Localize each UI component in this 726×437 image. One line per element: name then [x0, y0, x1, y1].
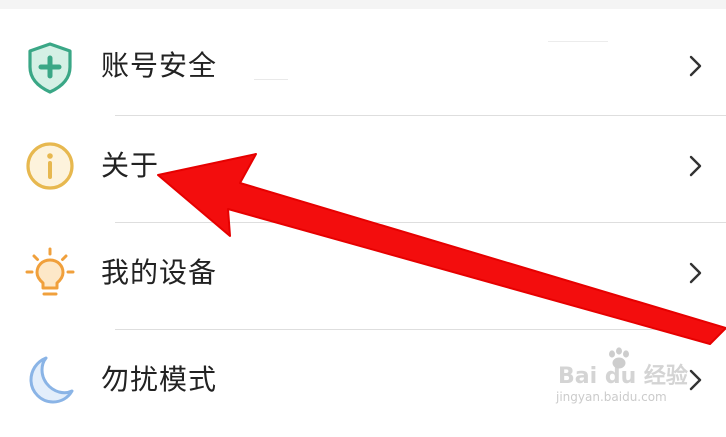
lightbulb-icon [25, 247, 75, 296]
smudge [254, 79, 288, 80]
chevron-right-icon [689, 262, 702, 284]
menu-item-label: 勿扰模式 [101, 363, 218, 396]
crescent-moon-icon [29, 356, 74, 404]
chevron-right-icon [689, 55, 702, 77]
menu-item-label: 账号安全 [101, 49, 218, 82]
menu-item-about[interactable]: 关于 [0, 116, 726, 223]
menu-item-my-devices[interactable]: 我的设备 [0, 223, 726, 330]
watermark: Bai du 经验 jingyan.baidu.com [556, 346, 706, 410]
smudge [548, 41, 608, 42]
menu-item-label: 关于 [101, 149, 160, 182]
menu-item-account-security[interactable]: 账号安全 [0, 9, 726, 116]
watermark-sub: jingyan.baidu.com [556, 390, 667, 404]
menu-item-label: 我的设备 [101, 256, 218, 289]
top-band [0, 0, 726, 9]
watermark-main: Bai du 经验 [558, 364, 688, 389]
info-circle-icon [26, 142, 74, 190]
chevron-right-icon [689, 155, 702, 177]
shield-plus-icon [28, 42, 72, 94]
